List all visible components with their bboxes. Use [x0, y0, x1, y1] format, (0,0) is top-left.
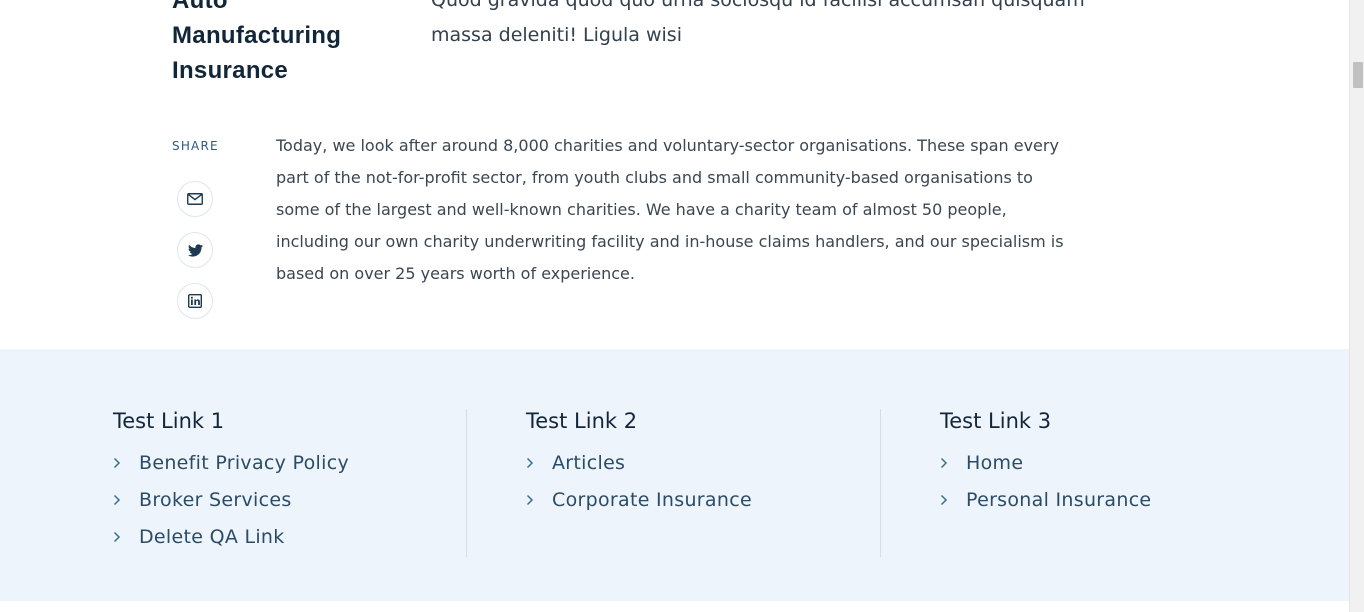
page: Auto Manufacturing Insurance Quod gravid… — [0, 0, 1349, 612]
footer-link[interactable]: Corporate Insurance — [526, 481, 752, 518]
footer-column-title: Test Link 1 — [113, 409, 225, 433]
footer-column-3: Test Link 3 Home Personal Insurance — [940, 409, 1151, 518]
twitter-icon — [187, 243, 203, 257]
footer-divider — [880, 409, 881, 557]
chevron-right-icon — [940, 457, 966, 469]
title-line: Auto — [172, 0, 228, 14]
linkedin-icon — [188, 294, 202, 308]
intro-text: Quod gravida quod quo urna sociosqu id f… — [431, 0, 1085, 46]
chevron-right-icon — [113, 531, 139, 543]
chevron-right-icon — [113, 457, 139, 469]
article-body: Today, we look after around 8,000 charit… — [276, 136, 1064, 283]
share-label: SHARE — [172, 139, 219, 153]
chevron-right-icon — [940, 494, 966, 506]
email-icon — [187, 193, 203, 205]
footer-link-label: Corporate Insurance — [552, 488, 752, 511]
chevron-right-icon — [526, 494, 552, 506]
vertical-scrollbar[interactable] — [1349, 0, 1364, 612]
footer-link[interactable]: Personal Insurance — [940, 481, 1151, 518]
page-title: Auto Manufacturing Insurance — [172, 0, 402, 88]
share-twitter-button[interactable] — [177, 232, 213, 268]
footer-divider — [466, 409, 467, 557]
footer-column-title: Test Link 2 — [526, 409, 638, 433]
footer-link-label: Benefit Privacy Policy — [139, 451, 349, 474]
share-linkedin-button[interactable] — [177, 283, 213, 319]
footer-column-1: Test Link 1 Benefit Privacy Policy Broke… — [113, 409, 349, 555]
scrollbar-thumb[interactable] — [1353, 62, 1363, 88]
footer: Test Link 1 Benefit Privacy Policy Broke… — [0, 349, 1349, 601]
footer-column-2: Test Link 2 Articles Corporate Insurance — [526, 409, 752, 518]
share-email-button[interactable] — [177, 181, 213, 217]
footer-link[interactable]: Articles — [526, 444, 752, 481]
chevron-right-icon — [526, 457, 552, 469]
title-line: Manufacturing — [172, 22, 342, 49]
footer-link-label: Home — [966, 451, 1024, 474]
footer-link-label: Delete QA Link — [139, 525, 285, 548]
footer-link[interactable]: Delete QA Link — [113, 518, 349, 555]
footer-link-label: Personal Insurance — [966, 488, 1152, 511]
footer-link-label: Articles — [552, 451, 626, 474]
footer-column-title: Test Link 3 — [940, 409, 1052, 433]
footer-link-label: Broker Services — [139, 488, 292, 511]
footer-link[interactable]: Benefit Privacy Policy — [113, 444, 349, 481]
chevron-right-icon — [113, 494, 139, 506]
footer-link[interactable]: Home — [940, 444, 1151, 481]
title-line: Insurance — [172, 57, 289, 84]
footer-link[interactable]: Broker Services — [113, 481, 349, 518]
